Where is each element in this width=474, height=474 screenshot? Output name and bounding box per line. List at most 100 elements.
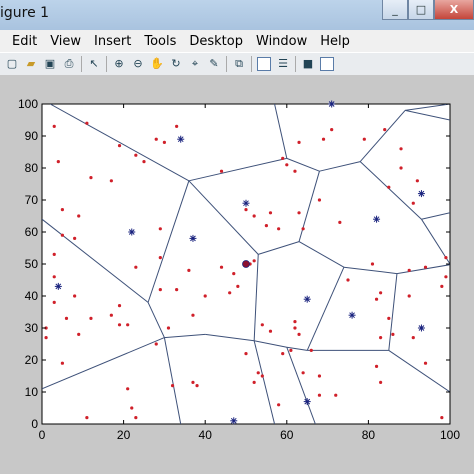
data-point [154,342,158,346]
data-point [73,236,77,240]
data-point [60,233,64,237]
data-point [232,272,236,276]
data-point [166,326,171,330]
data-point [387,185,391,189]
x-tick-label: 20 [117,428,131,442]
data-point [89,176,93,180]
y-tick-label: 40 [25,289,39,303]
site-marker [373,215,381,223]
data-point [374,364,379,368]
data-point [407,294,411,298]
data-point [244,208,248,212]
data-point [411,336,415,340]
data-point [334,393,338,397]
data-point [260,323,264,327]
data-point [203,294,207,298]
data-point [374,297,379,301]
data-point [175,124,179,128]
y-tick-label: 90 [25,129,39,143]
site-marker [417,190,425,198]
data-point [289,348,293,352]
data-point [391,332,395,336]
data-point [440,284,444,288]
y-tick-label: 100 [18,97,38,111]
data-point [379,380,383,384]
data-point [293,320,297,324]
data-point [277,403,281,407]
data-point [73,294,77,298]
data-point [293,169,297,173]
data-point [187,268,191,272]
y-tick-label: 50 [25,257,39,271]
data-point [52,275,56,279]
data-point [317,374,322,378]
data-point [281,352,285,356]
data-point [117,323,122,327]
data-point [228,291,232,295]
x-tick-label: 0 [39,428,46,442]
x-tick-label: 80 [362,428,376,442]
data-point [252,259,256,263]
data-point [117,304,122,308]
site-marker [303,398,311,406]
data-point [338,220,342,224]
data-point [293,326,297,330]
data-point [260,374,264,378]
data-point [60,361,64,365]
y-tick-label: 60 [25,225,39,239]
data-point [56,160,60,164]
data-point [379,291,383,295]
data-point [158,256,162,260]
data-point [175,288,179,292]
data-point [362,137,366,141]
data-point [126,387,130,391]
y-tick-label: 30 [25,321,39,335]
data-point [264,224,268,228]
data-point [158,288,162,292]
data-point [285,163,289,167]
data-point [191,380,195,384]
data-point [301,371,305,375]
data-point [134,265,138,269]
data-point [60,208,64,212]
data-point [77,332,81,336]
data-point [301,227,305,231]
data-point [444,275,448,279]
x-tick-label: 100 [440,428,460,442]
data-point [191,313,195,317]
data-point [77,214,81,218]
data-point [134,416,138,420]
data-point [399,166,403,170]
y-tick-label: 0 [31,417,38,431]
data-point [134,153,138,157]
voronoi-plot[interactable]: 0 20 40 60 80 100 0 10 20 30 40 50 60 70 80 90 100 [0,0,474,474]
data-point [297,211,301,215]
data-point [379,336,383,340]
data-point [423,361,428,365]
data-point [399,147,403,151]
data-point [252,380,256,384]
data-point [268,329,273,333]
data-point [317,393,322,397]
y-tick-label: 70 [25,193,39,207]
data-point [415,179,419,183]
site-marker [54,282,62,290]
data-point [219,169,224,173]
y-tick-label: 80 [25,161,39,175]
data-point [236,284,240,288]
x-tick-label: 40 [199,428,213,442]
site-marker [189,234,197,242]
data-point [64,316,69,320]
highlighted-site [242,260,250,268]
data-point [162,140,166,144]
data-point [130,406,134,410]
data-point [44,336,48,340]
data-point [444,256,448,260]
site-marker [230,417,238,425]
data-point [370,262,375,266]
data-point [440,416,444,420]
data-point [89,316,93,320]
data-point [52,124,56,128]
site-marker [328,100,336,108]
data-point [309,348,313,352]
